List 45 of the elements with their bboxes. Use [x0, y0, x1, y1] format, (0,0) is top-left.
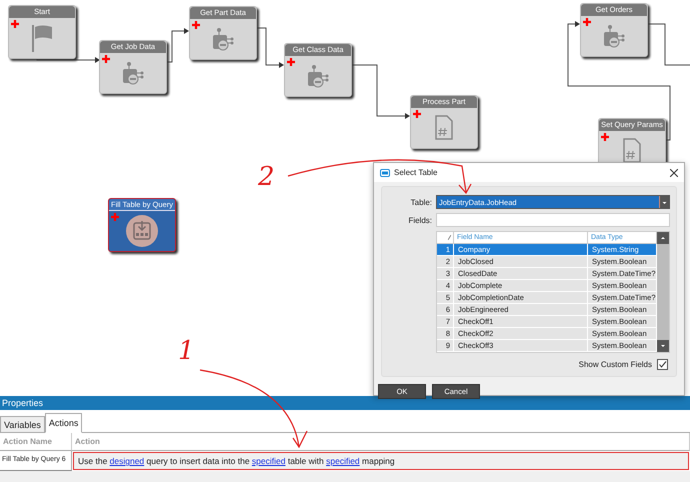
column-header: Action — [72, 433, 690, 451]
scrollbar[interactable] — [657, 232, 669, 352]
action-text: mapping — [361, 456, 395, 466]
close-icon[interactable] — [670, 168, 678, 176]
scroll-down-icon[interactable] — [657, 340, 669, 352]
annotation-number: 2 — [258, 164, 275, 190]
flag-icon — [30, 23, 54, 53]
plus-icon — [111, 213, 119, 221]
tab[interactable]: Actions — [44, 413, 82, 433]
checkbox-label: Show Custom Fields — [578, 360, 652, 369]
table-download-icon — [125, 214, 159, 248]
window-icon — [380, 168, 390, 176]
annotation-number: 1 — [178, 338, 195, 364]
fields-input[interactable] — [436, 213, 670, 227]
action-text: query to insert data into the — [146, 456, 251, 466]
database-query-icon — [603, 24, 625, 48]
plus-icon — [583, 18, 591, 26]
plus-icon — [102, 55, 110, 63]
caret-icon — [659, 196, 669, 208]
check-icon — [658, 360, 667, 369]
plus-icon — [601, 133, 609, 141]
plus-icon — [192, 21, 200, 29]
link[interactable]: specified — [326, 456, 360, 466]
link[interactable]: designed — [110, 456, 144, 466]
field-label: Table: — [410, 198, 432, 206]
checkbox[interactable] — [657, 359, 668, 370]
database-query-icon — [212, 27, 234, 51]
link[interactable]: specified — [252, 456, 286, 466]
database-query-icon — [307, 64, 329, 88]
plus-icon — [413, 110, 421, 118]
connector-line — [36, 57, 100, 63]
sort-icon — [448, 235, 451, 240]
action-text: Use the — [78, 456, 108, 466]
database-query-icon — [122, 61, 144, 85]
plus-icon — [287, 58, 295, 66]
field-label: Fields: — [407, 216, 432, 224]
document-hash-icon — [622, 138, 642, 164]
tab[interactable]: Variables — [0, 416, 45, 432]
document-hash-icon — [434, 115, 454, 141]
scroll-up-icon[interactable] — [657, 232, 669, 244]
column-header: Action Name — [0, 433, 72, 451]
panel-title: Properties — [0, 396, 690, 410]
plus-icon — [11, 20, 19, 28]
dialog-title: Select Table — [394, 168, 438, 177]
action-text: table with — [286, 456, 325, 466]
